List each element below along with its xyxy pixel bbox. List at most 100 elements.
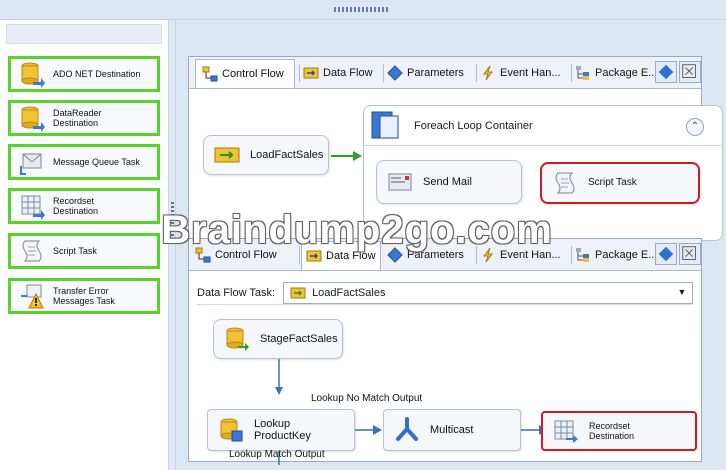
tab-control-flow[interactable]: Control Flow: [195, 241, 277, 268]
control-flow-pane: Control Flow Data Flow Parameters Event …: [188, 56, 723, 244]
script-task-icon: [22, 240, 42, 262]
zoom-toolbar-button[interactable]: [679, 243, 701, 265]
container-header: Foreach Loop Container: [364, 106, 722, 146]
zoom-fit-icon: [682, 246, 696, 260]
recordset-destination-icon: [21, 195, 45, 220]
designer-tabs: Control Flow Data Flow Parameters Event …: [189, 239, 701, 271]
top-bar: [0, 0, 726, 20]
component-label: Lookup ProductKey: [254, 418, 311, 442]
control-flow-canvas: LoadFactSales Foreach Loop Container ⌃ S…: [189, 89, 723, 243]
toolbox-item-label: Message Queue Task: [53, 157, 140, 167]
data-flow-task-label: Data Flow Task:: [197, 286, 276, 299]
data-flow-task-select[interactable]: LoadFactSales ▼: [283, 281, 693, 304]
collapse-button[interactable]: ⌃: [686, 118, 704, 136]
recordset-destination-icon: [554, 420, 578, 443]
send-mail-icon: [388, 173, 412, 191]
tab-separator: [476, 64, 477, 82]
tab-data-flow[interactable]: Data Flow: [303, 59, 373, 86]
toolbox-item-datareader-destination[interactable]: DataReader Destination: [8, 100, 160, 136]
lookup-no-match-output-label: Lookup No Match Output: [311, 393, 423, 404]
diamond-icon: [658, 64, 674, 80]
toolbox-item-recordset-destination[interactable]: Recordset Destination: [8, 188, 160, 224]
data-flow-task-bar: Data Flow Task: LoadFactSales ▼: [197, 281, 693, 305]
tab-control-flow[interactable]: Control Flow: [195, 59, 295, 88]
task-send-mail[interactable]: Send Mail: [376, 160, 522, 204]
tab-event-handlers[interactable]: Event Han...: [480, 59, 561, 86]
toolbox-item-ado-net-destination[interactable]: ADO NET Destination: [8, 56, 160, 92]
control-flow-icon: [202, 66, 218, 82]
diamond-icon: [658, 246, 674, 262]
component-stage-fact-sales[interactable]: StageFactSales: [213, 319, 343, 359]
precedence-arrow: [331, 151, 362, 161]
tab-parameters[interactable]: Parameters: [387, 241, 464, 268]
tab-label: Control Flow: [222, 68, 284, 80]
component-lookup-product-key[interactable]: Lookup ProductKey: [207, 409, 355, 451]
package-explorer-icon: [576, 247, 589, 262]
script-task-icon: [555, 172, 575, 194]
toolbox-item-message-queue-task[interactable]: Message Queue Task: [8, 144, 160, 180]
tab-label: Control Flow: [215, 248, 277, 261]
designer-tabs: Control Flow Data Flow Parameters Event …: [189, 57, 701, 89]
chevron-up-icon: ⌃: [690, 121, 700, 132]
foreach-loop-container[interactable]: Foreach Loop Container ⌃ Send Mail Scrip…: [363, 105, 723, 241]
parameters-toolbar-button[interactable]: [655, 243, 677, 265]
lookup-match-output-label: Lookup Match Output: [229, 449, 325, 460]
tab-package-explorer[interactable]: Package E...: [575, 241, 657, 268]
datareader-destination-icon: [21, 106, 45, 132]
parameters-toolbar-button[interactable]: [655, 61, 677, 83]
tab-separator: [299, 246, 300, 264]
toolbox-item-label: ADO NET Destination: [53, 69, 141, 79]
message-queue-icon: [20, 153, 42, 175]
tab-event-handlers[interactable]: Event Han...: [480, 241, 561, 268]
tab-separator: [383, 64, 384, 82]
foreach-loop-icon: [371, 111, 399, 138]
drag-grip-icon[interactable]: [334, 7, 388, 12]
lookup-icon: [220, 418, 243, 442]
tab-label: Package E...: [595, 248, 658, 261]
toolbox-item-transfer-error-messages-task[interactable]: Transfer Error Messages Task: [8, 278, 160, 314]
data-flow-task-icon: [290, 287, 306, 298]
data-flow-task-icon: [214, 147, 240, 163]
component-multicast[interactable]: Multicast: [383, 409, 521, 451]
task-load-fact-sales[interactable]: LoadFactSales: [203, 135, 329, 175]
panel-splitter[interactable]: [168, 20, 176, 470]
chevron-down-icon: ▼: [677, 286, 687, 297]
package-explorer-icon: [576, 65, 589, 80]
package-designer: Control Flow Data Flow Parameters Event …: [176, 20, 726, 470]
event-handler-lightning-icon: [483, 65, 493, 80]
zoom-toolbar-button[interactable]: [679, 61, 701, 83]
component-label: Recordset Destination: [589, 421, 635, 441]
zoom-fit-icon: [682, 64, 696, 78]
toolbox-item-script-task[interactable]: Script Task: [8, 233, 160, 269]
ssis-toolbox: ADO NET Destination DataReader Destinati…: [0, 20, 168, 470]
tab-label: Package E...: [595, 66, 658, 79]
event-handler-lightning-icon: [483, 247, 493, 262]
control-flow-icon: [195, 247, 211, 262]
component-label: Multicast: [430, 424, 474, 436]
tab-package-explorer[interactable]: Package E...: [575, 59, 657, 86]
tab-label: Parameters: [407, 248, 464, 261]
data-flow-canvas: Data Flow Task: LoadFactSales ▼ StageFac…: [189, 271, 701, 465]
toolbox-item-label: DataReader Destination: [53, 108, 102, 128]
data-flow-task-value: LoadFactSales: [312, 286, 386, 299]
ado-net-destination-icon: [21, 62, 45, 88]
task-label: Send Mail: [423, 176, 472, 188]
toolbox-item-label: Recordset Destination: [53, 196, 99, 216]
component-recordset-destination[interactable]: Recordset Destination: [541, 411, 697, 451]
tab-label: Event Han...: [500, 248, 561, 261]
ole-db-source-icon: [226, 327, 249, 351]
component-label: StageFactSales: [260, 333, 338, 345]
tab-separator: [476, 246, 477, 264]
data-flow-pane: Control Flow Data Flow Parameters Event …: [188, 238, 702, 465]
data-path-arrow: [355, 425, 382, 435]
tab-data-flow[interactable]: Data Flow: [301, 241, 381, 270]
task-script-task[interactable]: Script Task: [540, 162, 700, 204]
parameters-icon: [387, 246, 403, 263]
transfer-error-icon: [21, 284, 44, 309]
tab-separator: [571, 246, 572, 264]
splitter-grip-icon: [171, 200, 174, 244]
toolbox-item-label: Transfer Error Messages Task: [53, 286, 115, 306]
tab-separator: [299, 64, 300, 82]
tab-parameters[interactable]: Parameters: [387, 59, 464, 86]
tab-label: Data Flow: [326, 250, 376, 262]
